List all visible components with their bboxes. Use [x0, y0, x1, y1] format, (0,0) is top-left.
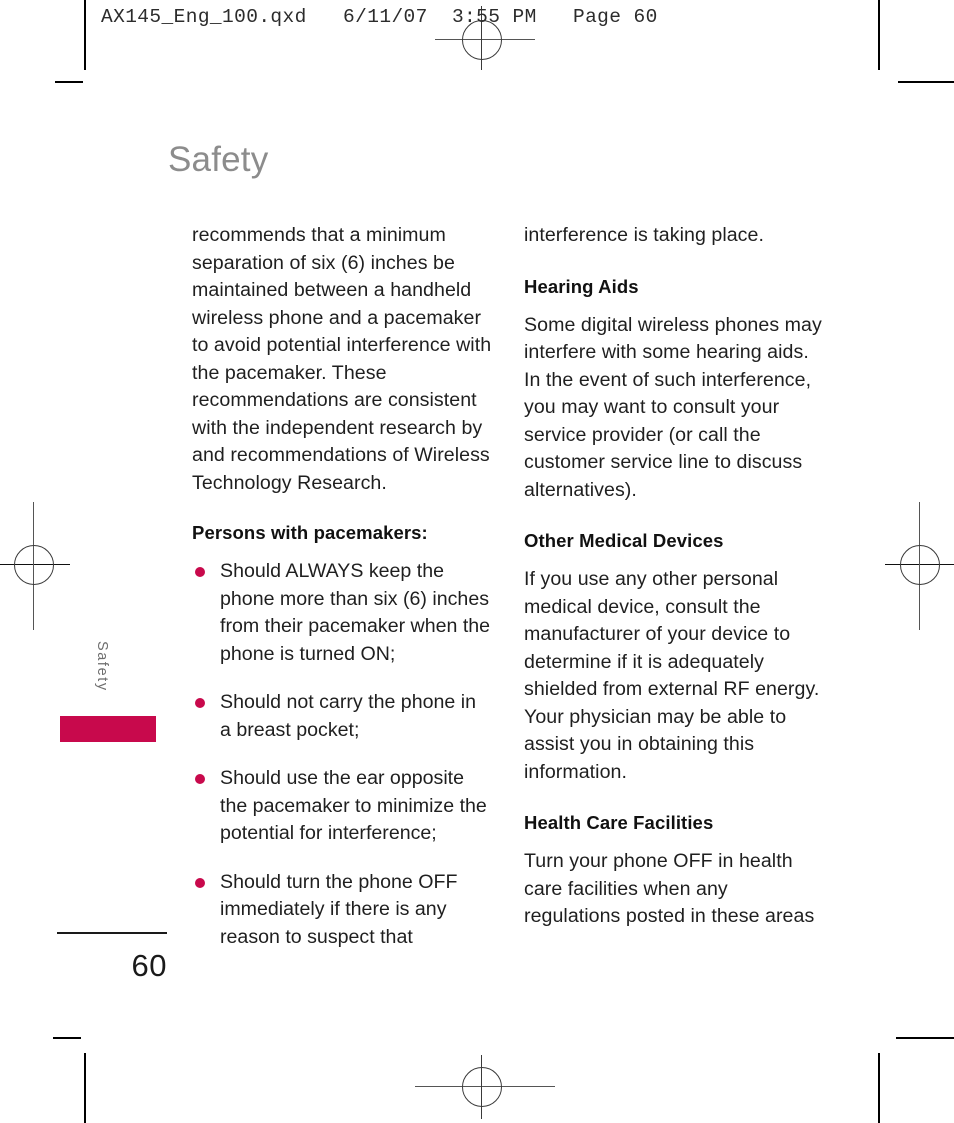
list-item: Should turn the phone OFF immediately if… — [192, 869, 492, 952]
right-text-column: interference is taking place. Hearing Ai… — [524, 222, 824, 931]
side-tab-color-swatch — [60, 716, 156, 742]
print-file-header: AX145_Eng_100.qxd 6/11/07 3:55 PM Page 6… — [101, 6, 658, 28]
page-title: Safety — [168, 140, 269, 179]
registration-mark-bottom — [415, 1055, 555, 1119]
list-item-text: Should use the ear opposite the pacemake… — [220, 767, 487, 844]
crop-mark-top-left-vertical — [84, 0, 86, 70]
crop-mark-top-right-vertical — [878, 0, 880, 70]
pacemakers-list-heading: Persons with pacemakers: — [192, 522, 428, 543]
section-heading-other-medical-devices: Other Medical Devices — [524, 530, 724, 551]
section-heading-hearing-aids: Hearing Aids — [524, 275, 639, 297]
list-item: Should not carry the phone in a breast p… — [192, 689, 492, 744]
pacemakers-bullet-list: Should ALWAYS keep the phone more than s… — [192, 558, 492, 951]
folio-rule — [57, 932, 167, 934]
left-continued-paragraph: recommends that a minimum separation of … — [192, 224, 492, 494]
section-heading-health-care-facilities: Health Care Facilities — [524, 812, 714, 833]
bullet-dot-icon — [195, 877, 205, 888]
bullet-dot-icon — [195, 567, 205, 577]
list-item-text: Should ALWAYS keep the phone more than s… — [220, 560, 491, 665]
section-body-health-care-facilities: Turn your phone OFF in health care facil… — [524, 850, 815, 927]
registration-mark-right — [885, 502, 954, 630]
page-number: 60 — [131, 948, 167, 983]
section-body-hearing-aids: Some digital wireless phones may interfe… — [524, 313, 822, 501]
crop-mark-bottom-right-vertical — [878, 1053, 880, 1123]
list-item: Should use the ear opposite the pacemake… — [192, 765, 492, 848]
list-item-text: Should not carry the phone in a breast p… — [220, 691, 476, 741]
crop-mark-bottom-left-horizontal — [53, 1037, 81, 1039]
crop-mark-top-right-horizontal — [898, 81, 954, 83]
list-item-text: Should turn the phone OFF immediately if… — [220, 870, 458, 948]
bullet-dot-icon — [195, 774, 205, 784]
section-body-other-medical-devices: If you use any other personal medical de… — [524, 568, 820, 783]
left-text-column: recommends that a minimum separation of … — [192, 222, 492, 951]
registration-mark-left — [0, 502, 70, 630]
right-continued-paragraph: interference is taking place. — [524, 224, 764, 246]
list-item: Should ALWAYS keep the phone more than s… — [192, 558, 492, 668]
crop-mark-top-left-horizontal — [55, 81, 83, 83]
bullet-dot-icon — [195, 698, 205, 708]
crop-mark-bottom-left-vertical — [84, 1053, 86, 1123]
crop-mark-bottom-right-horizontal — [896, 1037, 954, 1039]
side-tab-label: Safety — [94, 641, 110, 692]
